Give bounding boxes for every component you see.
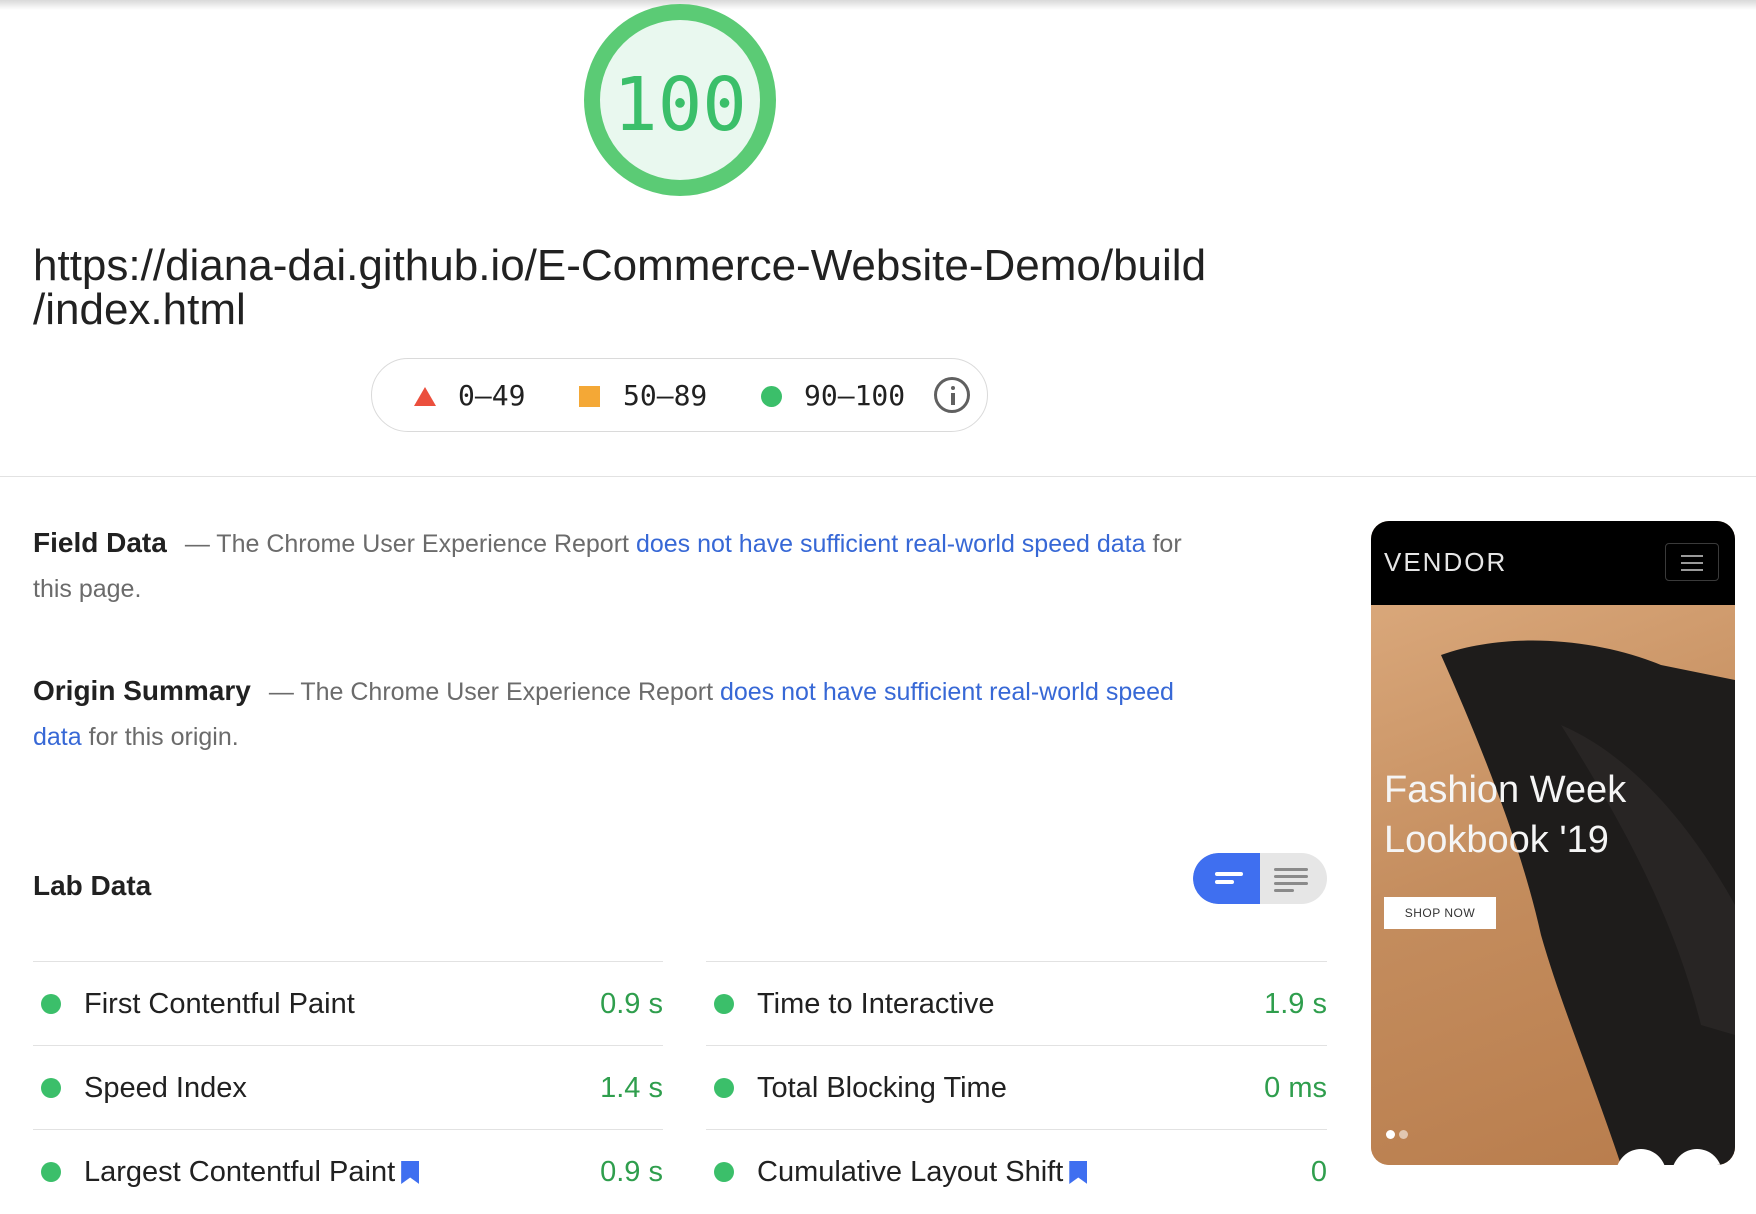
site-header: VENDOR <box>1371 521 1735 605</box>
good-circle-icon <box>41 994 61 1014</box>
good-circle-icon <box>714 1078 734 1098</box>
good-circle-icon <box>41 1162 61 1182</box>
good-circle-icon <box>41 1078 61 1098</box>
origin-summary-text: — The Chrome User Experience Report <box>268 678 720 706</box>
field-data-section: Field Data — The Chrome User Experience R… <box>33 520 1213 612</box>
origin-summary-heading: Origin Summary <box>33 675 251 706</box>
metric-name: Total Blocking Time <box>757 1072 1007 1104</box>
origin-summary-suffix: for this origin. <box>81 723 239 751</box>
metric-name: Time to Interactive <box>757 988 995 1020</box>
origin-summary-section: Origin Summary — The Chrome User Experien… <box>33 668 1213 760</box>
bookmark-icon <box>401 1161 420 1184</box>
hero-figure <box>1441 640 1735 1165</box>
carousel-dot-active <box>1386 1130 1395 1139</box>
legend-poor-range: 0–49 <box>458 379 526 412</box>
bookmark-icon <box>1069 1161 1088 1184</box>
report-url-line-2: /index.html <box>33 285 246 334</box>
field-data-text: — The Chrome User Experience Report <box>184 530 636 558</box>
hero-title: Fashion Week Lookbook '19 <box>1384 769 1627 861</box>
performance-score: 100 <box>613 62 747 148</box>
metric-row: First Contentful Paint 0.9 s <box>33 961 663 1046</box>
page-screenshot: VENDOR Fashion Week Lookbook '19 SHOP NO… <box>1371 521 1735 1165</box>
compact-view-button[interactable] <box>1193 853 1260 904</box>
metric-value: 1.4 s <box>600 1072 663 1104</box>
metric-value: 1.9 s <box>1264 988 1327 1020</box>
carousel-dot <box>1399 1130 1408 1139</box>
field-data-link[interactable]: does not have sufficient real-world spee… <box>636 530 1146 558</box>
site-logo: VENDOR <box>1384 547 1508 577</box>
section-divider <box>0 476 1756 477</box>
field-data-heading: Field Data <box>33 527 167 558</box>
poor-triangle-icon <box>414 387 436 406</box>
metric-name: Cumulative Layout Shift <box>757 1154 1088 1190</box>
shop-now-button: SHOP NOW <box>1384 897 1496 929</box>
hero-image: Fashion Week Lookbook '19 SHOP NOW ← → <box>1371 605 1735 1165</box>
legend-average-range: 50–89 <box>623 379 708 412</box>
metric-name: Speed Index <box>84 1072 247 1104</box>
legend-good-range: 90–100 <box>804 379 906 412</box>
metric-value: 0 <box>1310 1156 1327 1188</box>
report-url: https://diana-dai.github.io/E-Commerce-W… <box>33 244 1263 332</box>
metric-row: Speed Index 1.4 s <box>33 1045 663 1130</box>
metrics-view-toggle[interactable] <box>1193 853 1327 904</box>
metric-row: Total Blocking Time 0 ms <box>706 1045 1327 1130</box>
score-legend: 0–49 50–89 90–100 <box>371 358 988 432</box>
metric-row: Time to Interactive 1.9 s <box>706 961 1327 1046</box>
metric-row: Cumulative Layout Shift 0 <box>706 1129 1327 1214</box>
info-icon[interactable] <box>934 377 970 413</box>
metric-name: Largest Contentful Paint <box>84 1154 420 1190</box>
metric-value: 0.9 s <box>600 988 663 1020</box>
hamburger-menu-icon <box>1665 543 1719 581</box>
report-url-line-1: https://diana-dai.github.io/E-Commerce-W… <box>33 241 1207 290</box>
metric-row: Largest Contentful Paint 0.9 s <box>33 1129 663 1214</box>
good-circle-icon <box>714 1162 734 1182</box>
top-shadow <box>0 0 1756 10</box>
good-circle-icon <box>714 994 734 1014</box>
lab-data-heading: Lab Data <box>33 870 152 901</box>
average-square-icon <box>579 386 600 407</box>
good-circle-icon <box>761 386 782 407</box>
performance-score-gauge: 100 <box>571 0 789 210</box>
metric-name: First Contentful Paint <box>84 988 355 1020</box>
metric-value: 0.9 s <box>600 1156 663 1188</box>
metric-value: 0 ms <box>1264 1072 1327 1104</box>
